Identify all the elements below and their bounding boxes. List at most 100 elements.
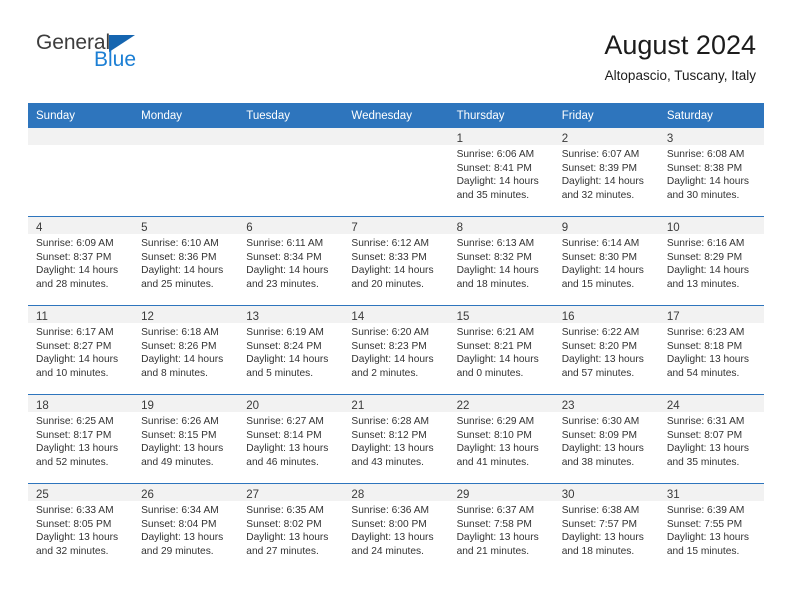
day-number: 30 xyxy=(561,489,575,501)
daylight-text: Daylight: 14 hours and 25 minutes. xyxy=(141,265,224,290)
day-cell-content xyxy=(238,128,344,216)
calendar-day-cell[interactable]: 20 Sunrise: 6:27 AM Sunset: 8:14 PM Dayligh… xyxy=(238,394,344,484)
day-number: 13 xyxy=(246,311,260,323)
day-sun-info: Sunrise: 6:12 AM Sunset: 8:33 PM Daylight:… xyxy=(343,234,448,291)
day-cell-content: 15 Sunrise: 6:21 AM Sunset: 8:21 PM Dayligh… xyxy=(448,306,554,394)
day-sun-info: Sunrise: 6:06 AM Sunset: 8:41 PM Daylight:… xyxy=(449,145,554,202)
day-sun-info: Sunrise: 6:14 AM Sunset: 8:30 PM Daylight:… xyxy=(554,234,659,291)
day-sun-info: Sunrise: 6:38 AM Sunset: 7:57 PM Daylight:… xyxy=(554,501,659,558)
calendar-day-cell[interactable]: 13 Sunrise: 6:19 AM Sunset: 8:24 PM Dayligh… xyxy=(238,305,344,395)
sunrise-text: Sunrise: 6:20 AM xyxy=(351,327,430,338)
calendar-day-cell[interactable]: 17 Sunrise: 6:23 AM Sunset: 8:18 PM Dayligh… xyxy=(658,305,764,395)
day-number: 4 xyxy=(36,222,43,234)
calendar-day-cell[interactable]: 4 Sunrise: 6:09 AM Sunset: 8:37 PM Daylight… xyxy=(28,216,134,306)
sunset-text: Sunset: 8:32 PM xyxy=(456,251,532,263)
sunset-text: Sunset: 8:33 PM xyxy=(351,251,427,263)
calendar-day-cell[interactable]: 16 Sunrise: 6:22 AM Sunset: 8:20 PM Dayligh… xyxy=(553,305,659,395)
sunrise-text: Sunrise: 6:38 AM xyxy=(561,505,640,516)
calendar-day-cell[interactable]: 9 Sunrise: 6:14 AM Sunset: 8:30 PM Daylight… xyxy=(553,216,659,306)
calendar-day-cell[interactable]: 30 Sunrise: 6:38 AM Sunset: 7:57 PM Dayligh… xyxy=(553,483,659,572)
day-sun-info: Sunrise: 6:08 AM Sunset: 8:38 PM Daylight:… xyxy=(659,145,764,202)
daylight-text: Daylight: 14 hours and 32 minutes. xyxy=(561,176,644,201)
sunrise-text: Sunrise: 6:36 AM xyxy=(351,505,430,516)
calendar-grid: Sunday Monday Tuesday Wednesday Thursday… xyxy=(28,103,764,572)
daylight-text: Daylight: 13 hours and 35 minutes. xyxy=(666,443,749,468)
day-sun-info: Sunrise: 6:25 AM Sunset: 8:17 PM Daylight:… xyxy=(28,412,133,469)
calendar-day-cell[interactable]: 15 Sunrise: 6:21 AM Sunset: 8:21 PM Dayligh… xyxy=(448,305,554,395)
day-sun-info: Sunrise: 6:18 AM Sunset: 8:26 PM Daylight:… xyxy=(133,323,238,380)
calendar-day-cell[interactable]: 5 Sunrise: 6:10 AM Sunset: 8:36 PM Daylight… xyxy=(133,216,239,306)
day-number-band: 27 xyxy=(238,484,344,501)
day-number: 14 xyxy=(351,311,365,323)
brand-logo[interactable]: General Blue xyxy=(36,32,236,70)
sunrise-text: Sunrise: 6:25 AM xyxy=(36,416,114,427)
calendar-day-cell[interactable]: 27 Sunrise: 6:35 AM Sunset: 8:02 PM Dayligh… xyxy=(238,483,344,572)
sunrise-text: Sunrise: 6:16 AM xyxy=(666,238,745,249)
day-cell-content: 4 Sunrise: 6:09 AM Sunset: 8:37 PM Daylight… xyxy=(28,217,134,305)
brand-name-blue: Blue xyxy=(94,48,137,71)
daylight-text: Daylight: 13 hours and 38 minutes. xyxy=(561,443,644,468)
sunset-text: Sunset: 8:36 PM xyxy=(141,251,217,263)
day-sun-info: Sunrise: 6:20 AM Sunset: 8:23 PM Daylight:… xyxy=(343,323,448,380)
sunrise-text: Sunrise: 6:31 AM xyxy=(666,416,745,427)
weekday-header-friday: Friday xyxy=(553,103,659,128)
calendar-body: 1 Sunrise: 6:06 AM Sunset: 8:41 PM Daylight… xyxy=(28,128,764,572)
sunset-text: Sunset: 8:17 PM xyxy=(36,429,112,441)
daylight-text: Daylight: 14 hours and 10 minutes. xyxy=(36,354,119,379)
calendar-week-row: 18 Sunrise: 6:25 AM Sunset: 8:17 PM Dayligh… xyxy=(28,394,764,484)
calendar-day-cell[interactable]: 2 Sunrise: 6:07 AM Sunset: 8:39 PM Daylight… xyxy=(553,128,659,217)
calendar-day-cell[interactable]: 3 Sunrise: 6:08 AM Sunset: 8:38 PM Daylight… xyxy=(658,128,764,217)
calendar-day-cell[interactable]: 24 Sunrise: 6:31 AM Sunset: 8:07 PM Dayligh… xyxy=(658,394,764,484)
day-cell-content xyxy=(28,128,134,216)
calendar-day-cell[interactable]: 12 Sunrise: 6:18 AM Sunset: 8:26 PM Dayligh… xyxy=(133,305,239,395)
day-sun-info: Sunrise: 6:28 AM Sunset: 8:12 PM Daylight:… xyxy=(343,412,448,469)
weekday-header-wednesday: Wednesday xyxy=(343,103,449,128)
calendar-day-cell[interactable]: 14 Sunrise: 6:20 AM Sunset: 8:23 PM Dayligh… xyxy=(343,305,449,395)
calendar-day-cell[interactable]: 25 Sunrise: 6:33 AM Sunset: 8:05 PM Dayligh… xyxy=(28,483,134,572)
calendar-day-cell[interactable]: 1 Sunrise: 6:06 AM Sunset: 8:41 PM Daylight… xyxy=(448,128,554,217)
calendar-day-cell[interactable]: 23 Sunrise: 6:30 AM Sunset: 8:09 PM Dayligh… xyxy=(553,394,659,484)
calendar-day-cell[interactable]: 10 Sunrise: 6:16 AM Sunset: 8:29 PM Dayligh… xyxy=(658,216,764,306)
calendar-day-cell[interactable]: 21 Sunrise: 6:28 AM Sunset: 8:12 PM Dayligh… xyxy=(343,394,449,484)
daylight-text: Daylight: 13 hours and 49 minutes. xyxy=(141,443,224,468)
calendar-day-cell[interactable]: 22 Sunrise: 6:29 AM Sunset: 8:10 PM Dayligh… xyxy=(448,394,554,484)
day-number: 9 xyxy=(561,222,569,234)
sunset-text: Sunset: 8:07 PM xyxy=(666,429,743,441)
day-number-band: 17 xyxy=(658,306,764,323)
day-number-band: 31 xyxy=(658,484,764,501)
daylight-text: Daylight: 14 hours and 18 minutes. xyxy=(456,265,539,290)
day-cell-content: 14 Sunrise: 6:20 AM Sunset: 8:23 PM Dayligh… xyxy=(343,306,449,394)
calendar-day-cell[interactable]: 26 Sunrise: 6:34 AM Sunset: 8:04 PM Dayligh… xyxy=(133,483,239,572)
day-cell-content: 27 Sunrise: 6:35 AM Sunset: 8:02 PM Dayligh… xyxy=(238,484,344,572)
sunset-text: Sunset: 8:14 PM xyxy=(246,429,322,441)
day-sun-info: Sunrise: 6:35 AM Sunset: 8:02 PM Daylight:… xyxy=(238,501,343,558)
calendar-week-row: 4 Sunrise: 6:09 AM Sunset: 8:37 PM Daylight… xyxy=(28,216,764,306)
daylight-text: Daylight: 14 hours and 8 minutes. xyxy=(141,354,224,379)
calendar-day-cell[interactable]: 18 Sunrise: 6:25 AM Sunset: 8:17 PM Dayligh… xyxy=(28,394,134,484)
day-number: 24 xyxy=(666,400,680,412)
sunrise-text: Sunrise: 6:17 AM xyxy=(36,327,114,338)
day-cell-content: 16 Sunrise: 6:22 AM Sunset: 8:20 PM Dayligh… xyxy=(553,306,659,394)
calendar-day-cell[interactable]: 31 Sunrise: 6:39 AM Sunset: 7:55 PM Dayligh… xyxy=(658,483,764,572)
day-sun-info: Sunrise: 6:36 AM Sunset: 8:00 PM Daylight:… xyxy=(343,501,448,558)
calendar-day-cell[interactable]: 7 Sunrise: 6:12 AM Sunset: 8:33 PM Daylight… xyxy=(343,216,449,306)
calendar-day-cell[interactable]: 29 Sunrise: 6:37 AM Sunset: 7:58 PM Dayligh… xyxy=(448,483,554,572)
calendar-day-cell[interactable]: 28 Sunrise: 6:36 AM Sunset: 8:00 PM Dayligh… xyxy=(343,483,449,572)
sunset-text: Sunset: 7:58 PM xyxy=(456,518,532,530)
sunrise-text: Sunrise: 6:29 AM xyxy=(456,416,535,427)
calendar-day-cell[interactable]: 8 Sunrise: 6:13 AM Sunset: 8:32 PM Daylight… xyxy=(448,216,554,306)
calendar-day-cell[interactable]: 11 Sunrise: 6:17 AM Sunset: 8:27 PM Dayligh… xyxy=(28,305,134,395)
calendar-day-cell-empty xyxy=(238,128,344,217)
sunset-text: Sunset: 8:20 PM xyxy=(561,340,638,352)
sunset-text: Sunset: 8:38 PM xyxy=(666,162,743,174)
calendar-day-cell[interactable]: 6 Sunrise: 6:11 AM Sunset: 8:34 PM Daylight… xyxy=(238,216,344,306)
day-number: 17 xyxy=(666,311,680,323)
sunset-text: Sunset: 8:05 PM xyxy=(36,518,112,530)
daylight-text: Daylight: 13 hours and 15 minutes. xyxy=(666,532,749,557)
day-number-band: 8 xyxy=(448,217,554,234)
day-sun-info: Sunrise: 6:37 AM Sunset: 7:58 PM Daylight:… xyxy=(449,501,554,558)
day-number: 25 xyxy=(36,489,49,501)
sunrise-text: Sunrise: 6:27 AM xyxy=(246,416,324,427)
daylight-text: Daylight: 14 hours and 5 minutes. xyxy=(246,354,329,379)
calendar-day-cell[interactable]: 19 Sunrise: 6:26 AM Sunset: 8:15 PM Dayligh… xyxy=(133,394,239,484)
